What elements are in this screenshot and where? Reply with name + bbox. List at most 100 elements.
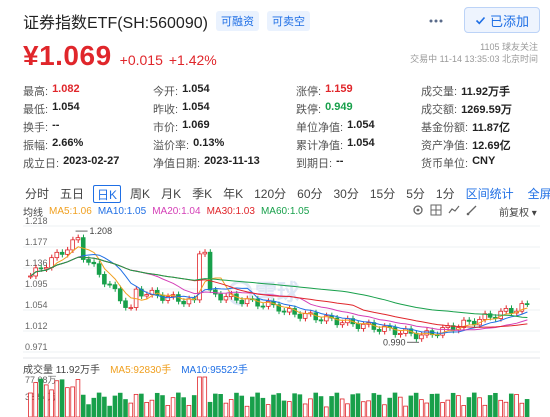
kline-chart[interactable]: 1.2181.1771.1361.0951.0541.0120.971雪球1.2… <box>0 216 550 417</box>
candle-body <box>355 323 361 329</box>
price-change-pct: +1.42% <box>168 52 217 68</box>
tab-period[interactable]: 周K <box>128 185 152 203</box>
stat-cell: 成立日: 2023-02-27 <box>23 155 153 171</box>
volume-bar <box>112 395 118 417</box>
candle-body <box>144 294 149 297</box>
volume-bar <box>482 404 488 417</box>
stat-value: 1.054 <box>182 101 210 113</box>
candle-body <box>508 308 514 314</box>
stat-key: 成交额: <box>421 104 458 116</box>
tab-period[interactable]: 60分 <box>295 185 324 203</box>
candle-body <box>181 300 186 305</box>
low-label: 0.990 <box>383 337 406 347</box>
stat-key: 涨停: <box>296 86 322 98</box>
stat-key: 成立日: <box>23 158 60 170</box>
volume-bar <box>387 397 393 417</box>
volume-bar <box>59 379 65 417</box>
candle-body <box>255 298 260 307</box>
volume-bar <box>366 400 371 417</box>
volume-bar <box>213 393 218 417</box>
volume-bar <box>371 393 377 417</box>
candle-body <box>70 239 75 251</box>
volume-bar <box>445 399 451 417</box>
stat-key: 昨收: <box>153 104 179 116</box>
tab-period[interactable]: 30分 <box>332 185 361 203</box>
volume-bar <box>149 399 155 417</box>
stat-value: 1.082 <box>52 83 80 95</box>
candle-body <box>361 323 366 329</box>
margin-tag[interactable]: 可融资 <box>215 11 259 31</box>
volume-bar <box>508 393 514 417</box>
stat-key: 单位净值: <box>296 122 344 134</box>
volume-label: 成交量 11.92万手 <box>23 365 101 376</box>
candle-body <box>207 251 213 291</box>
fullscreen-link[interactable]: 全屏显示 <box>526 185 550 203</box>
range-stats-link[interactable]: 区间统计 <box>464 185 516 203</box>
stat-value: 12.69亿 <box>472 140 511 152</box>
candle-body <box>65 249 70 255</box>
price-change: +0.015 <box>119 52 163 68</box>
volume-bar <box>202 376 208 417</box>
more-icon[interactable] <box>428 13 444 29</box>
tab-period[interactable]: 季K <box>190 185 214 203</box>
volume-bar <box>102 396 107 417</box>
volume-bar <box>429 393 435 417</box>
tab-period[interactable]: 五日 <box>58 185 86 203</box>
stat-key: 货币单位: <box>421 158 469 170</box>
stat-value: -- <box>52 119 60 131</box>
short-tag[interactable]: 可卖空 <box>266 11 310 31</box>
follow-button[interactable]: 已添加 <box>464 7 540 33</box>
candle-body <box>117 288 123 302</box>
candle-body <box>91 261 97 265</box>
candle-body <box>218 293 223 301</box>
draw-icon[interactable] <box>466 204 478 216</box>
stat-cell: 成交额: 1269.59万 <box>421 101 543 117</box>
stat-value: 2023-02-27 <box>63 155 120 167</box>
grid-icon[interactable] <box>430 204 442 216</box>
stat-cell: 成交量: 11.92万手 <box>421 83 543 99</box>
tab-period[interactable]: 1分 <box>434 185 457 203</box>
settings-icon[interactable] <box>412 204 424 216</box>
volume-bar <box>514 394 519 417</box>
volume-bar <box>324 406 329 417</box>
tab-period[interactable]: 分时 <box>23 185 51 203</box>
volume-bar <box>144 402 149 417</box>
follow-label: 已添加 <box>489 13 529 29</box>
volume-bar <box>397 396 403 417</box>
stat-key: 资产净值: <box>421 140 469 152</box>
candle-body <box>112 284 118 290</box>
candle-body <box>318 319 324 322</box>
volume-bar <box>43 384 49 417</box>
candle-body <box>160 294 165 301</box>
stats-row: 换手: -- 市价: 1.069 单位净值: 1.054 基金份额: 11.87亿 <box>23 118 543 136</box>
volume-bar <box>250 396 255 417</box>
stat-key: 溢价率: <box>153 140 190 152</box>
volume-bar <box>308 398 313 417</box>
stock-title: 证券指数ETF(SH:560090) <box>23 15 208 32</box>
tab-period[interactable]: 日K <box>93 185 122 203</box>
price-axis-label: 1.095 <box>25 279 48 289</box>
volume-bar <box>123 399 128 417</box>
tab-period[interactable]: 年K <box>221 185 245 203</box>
stat-cell: 单位净值: 1.054 <box>296 119 421 135</box>
volume-bar <box>239 395 245 417</box>
candle-body <box>223 296 229 301</box>
volume-bar <box>519 402 525 417</box>
candle-body <box>213 289 218 295</box>
tab-period[interactable]: 15分 <box>368 185 397 203</box>
stat-value: 0.13% <box>193 137 225 149</box>
stat-value: 1.159 <box>325 83 353 95</box>
high-label: 1.208 <box>90 226 113 236</box>
compare-icon[interactable] <box>448 204 460 216</box>
volume-bar <box>65 387 70 417</box>
tab-period[interactable]: 5分 <box>404 185 427 203</box>
tab-period[interactable]: 120分 <box>252 185 288 203</box>
volume-bar <box>456 395 461 417</box>
stat-cell: 换手: -- <box>23 119 153 135</box>
tab-period[interactable]: 月K <box>159 185 183 203</box>
volume-bar <box>139 393 144 417</box>
stat-key: 基金份额: <box>421 122 469 134</box>
candle-body <box>524 303 530 306</box>
volume-bar <box>86 404 91 417</box>
volume-bar <box>334 392 340 417</box>
